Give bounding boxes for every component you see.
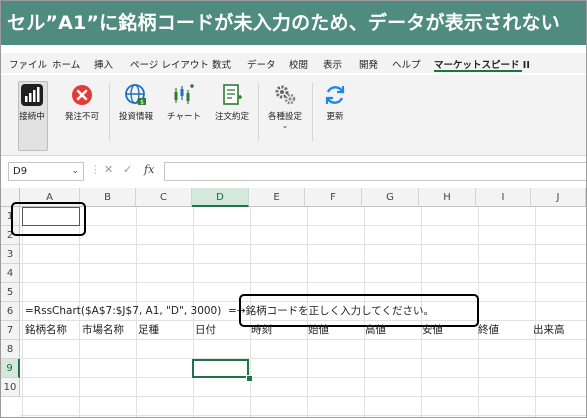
- column-header-f[interactable]: F: [305, 188, 362, 207]
- column-header-g[interactable]: G: [362, 188, 419, 207]
- order-disabled-button[interactable]: 発注不可: [58, 75, 106, 149]
- tab-developer[interactable]: 開発: [359, 57, 378, 71]
- settings-dropdown-caret: ⌄: [281, 121, 289, 130]
- column-header-h[interactable]: H: [419, 188, 476, 207]
- tab-file[interactable]: ファイル: [9, 57, 47, 71]
- column-header-b[interactable]: B: [80, 188, 136, 207]
- cell-j7[interactable]: 出来高: [533, 321, 565, 340]
- row-header-7[interactable]: 7: [1, 321, 20, 340]
- tab-home[interactable]: ホーム: [52, 57, 80, 71]
- cell-h7[interactable]: 安値: [422, 321, 443, 340]
- tab-formulas[interactable]: 数式: [212, 57, 231, 71]
- order-execution-label: 注文約定: [214, 112, 249, 122]
- investment-info-button[interactable]: $ 投資情報: [113, 75, 159, 149]
- connect-status-label: 接続中: [19, 112, 45, 122]
- active-cell-d9[interactable]: [192, 359, 249, 378]
- column-header-i[interactable]: I: [476, 188, 531, 207]
- column-header-e[interactable]: E: [249, 188, 305, 207]
- a1-callout-box: [11, 202, 86, 236]
- svg-text:$: $: [140, 99, 144, 106]
- active-tab-underline: [434, 70, 522, 72]
- formula-input[interactable]: [164, 162, 586, 181]
- cancel-icon[interactable]: ✕: [104, 163, 113, 176]
- row-header-10[interactable]: 10: [1, 378, 20, 397]
- column-header-j[interactable]: J: [531, 188, 586, 207]
- row-header-3[interactable]: 3: [1, 245, 20, 264]
- row-header-9[interactable]: 9: [1, 359, 20, 378]
- menu-bar: ファイル ホーム 挿入 ページ レイアウト 数式 データ 校閲 表示 開発 ヘル…: [1, 53, 586, 73]
- formula-bar: D9 ⌄ ⋮ ✕ ✓ fx: [1, 159, 586, 185]
- tab-review[interactable]: 校閲: [289, 57, 308, 71]
- refresh-icon: [325, 86, 345, 104]
- no-order-icon: [72, 85, 92, 105]
- cell-a6-formula[interactable]: =RssChart($A$7:$J$7, A1, "D", 3000): [25, 302, 221, 321]
- cell-i7[interactable]: 終値: [478, 321, 499, 340]
- tab-data[interactable]: データ: [247, 57, 276, 71]
- tab-page-layout[interactable]: ページ レイアウト: [130, 57, 209, 71]
- insert-function-icon[interactable]: fx: [144, 163, 154, 176]
- order-document-icon: [223, 84, 242, 105]
- chart-label: チャート: [167, 112, 201, 122]
- name-box-value: D9: [13, 166, 28, 177]
- order-execution-button[interactable]: 注文約定: [209, 75, 255, 149]
- cell-c7[interactable]: 足種: [138, 321, 159, 340]
- chart-button[interactable]: チャート: [163, 75, 205, 149]
- name-box[interactable]: D9 ⌄: [8, 162, 84, 181]
- tab-help[interactable]: ヘルプ: [392, 57, 421, 71]
- cell-f7[interactable]: 始値: [308, 321, 329, 340]
- row-header-8[interactable]: 8: [1, 340, 20, 359]
- tab-marketspeed[interactable]: マーケットスピード II: [434, 57, 530, 71]
- cell-a7[interactable]: 銘柄名称: [25, 321, 67, 340]
- row-header-4[interactable]: 4: [1, 264, 20, 283]
- refresh-button[interactable]: 更新: [316, 75, 354, 149]
- ribbon-separator: [258, 83, 259, 141]
- investment-info-label: 投資情報: [118, 112, 153, 122]
- enter-icon[interactable]: ✓: [123, 163, 132, 176]
- spreadsheet-grid: A B C D E F G H I J 1 2 3 4 5 6 7 8 9 10…: [1, 188, 586, 417]
- excel-window: セル”A1”に銘柄コードが未入力のため、データが表示されない ファイル ホーム …: [0, 0, 587, 418]
- cell-g7[interactable]: 高値: [365, 321, 386, 340]
- chart-icon: [174, 84, 194, 104]
- tab-view[interactable]: 表示: [323, 57, 342, 71]
- ribbon: 接続中 発注不可 $ 投資情報 チャート 注文約定 各種設定 ⌄ 更新: [1, 75, 586, 156]
- error-message-callout: [239, 294, 479, 327]
- cell-d7[interactable]: 日付: [195, 321, 216, 340]
- chevron-down-icon[interactable]: ⌄: [71, 163, 79, 180]
- cell-e7[interactable]: 時刻: [251, 321, 272, 340]
- annotation-banner: セル”A1”に銘柄コードが未入力のため、データが表示されない: [1, 1, 586, 45]
- connect-status-button[interactable]: 接続中: [11, 75, 53, 149]
- ribbon-separator: [109, 83, 110, 141]
- settings-button[interactable]: 各種設定 ⌄: [262, 75, 308, 149]
- cell-b7[interactable]: 市場名称: [82, 321, 124, 340]
- ribbon-separator: [312, 83, 313, 141]
- tab-insert[interactable]: 挿入: [94, 57, 113, 71]
- order-disabled-label: 発注不可: [64, 112, 99, 122]
- gears-icon: [275, 85, 296, 105]
- row-header-6[interactable]: 6: [1, 302, 20, 321]
- column-header-c[interactable]: C: [136, 188, 192, 207]
- row-header-5[interactable]: 5: [1, 283, 20, 302]
- fill-handle[interactable]: [246, 375, 253, 382]
- refresh-label: 更新: [326, 112, 344, 122]
- connection-signal-icon: [21, 84, 43, 106]
- globe-investment-icon: $: [125, 84, 146, 106]
- more-options-icon: ⋮: [90, 163, 101, 176]
- column-header-d[interactable]: D: [192, 188, 249, 207]
